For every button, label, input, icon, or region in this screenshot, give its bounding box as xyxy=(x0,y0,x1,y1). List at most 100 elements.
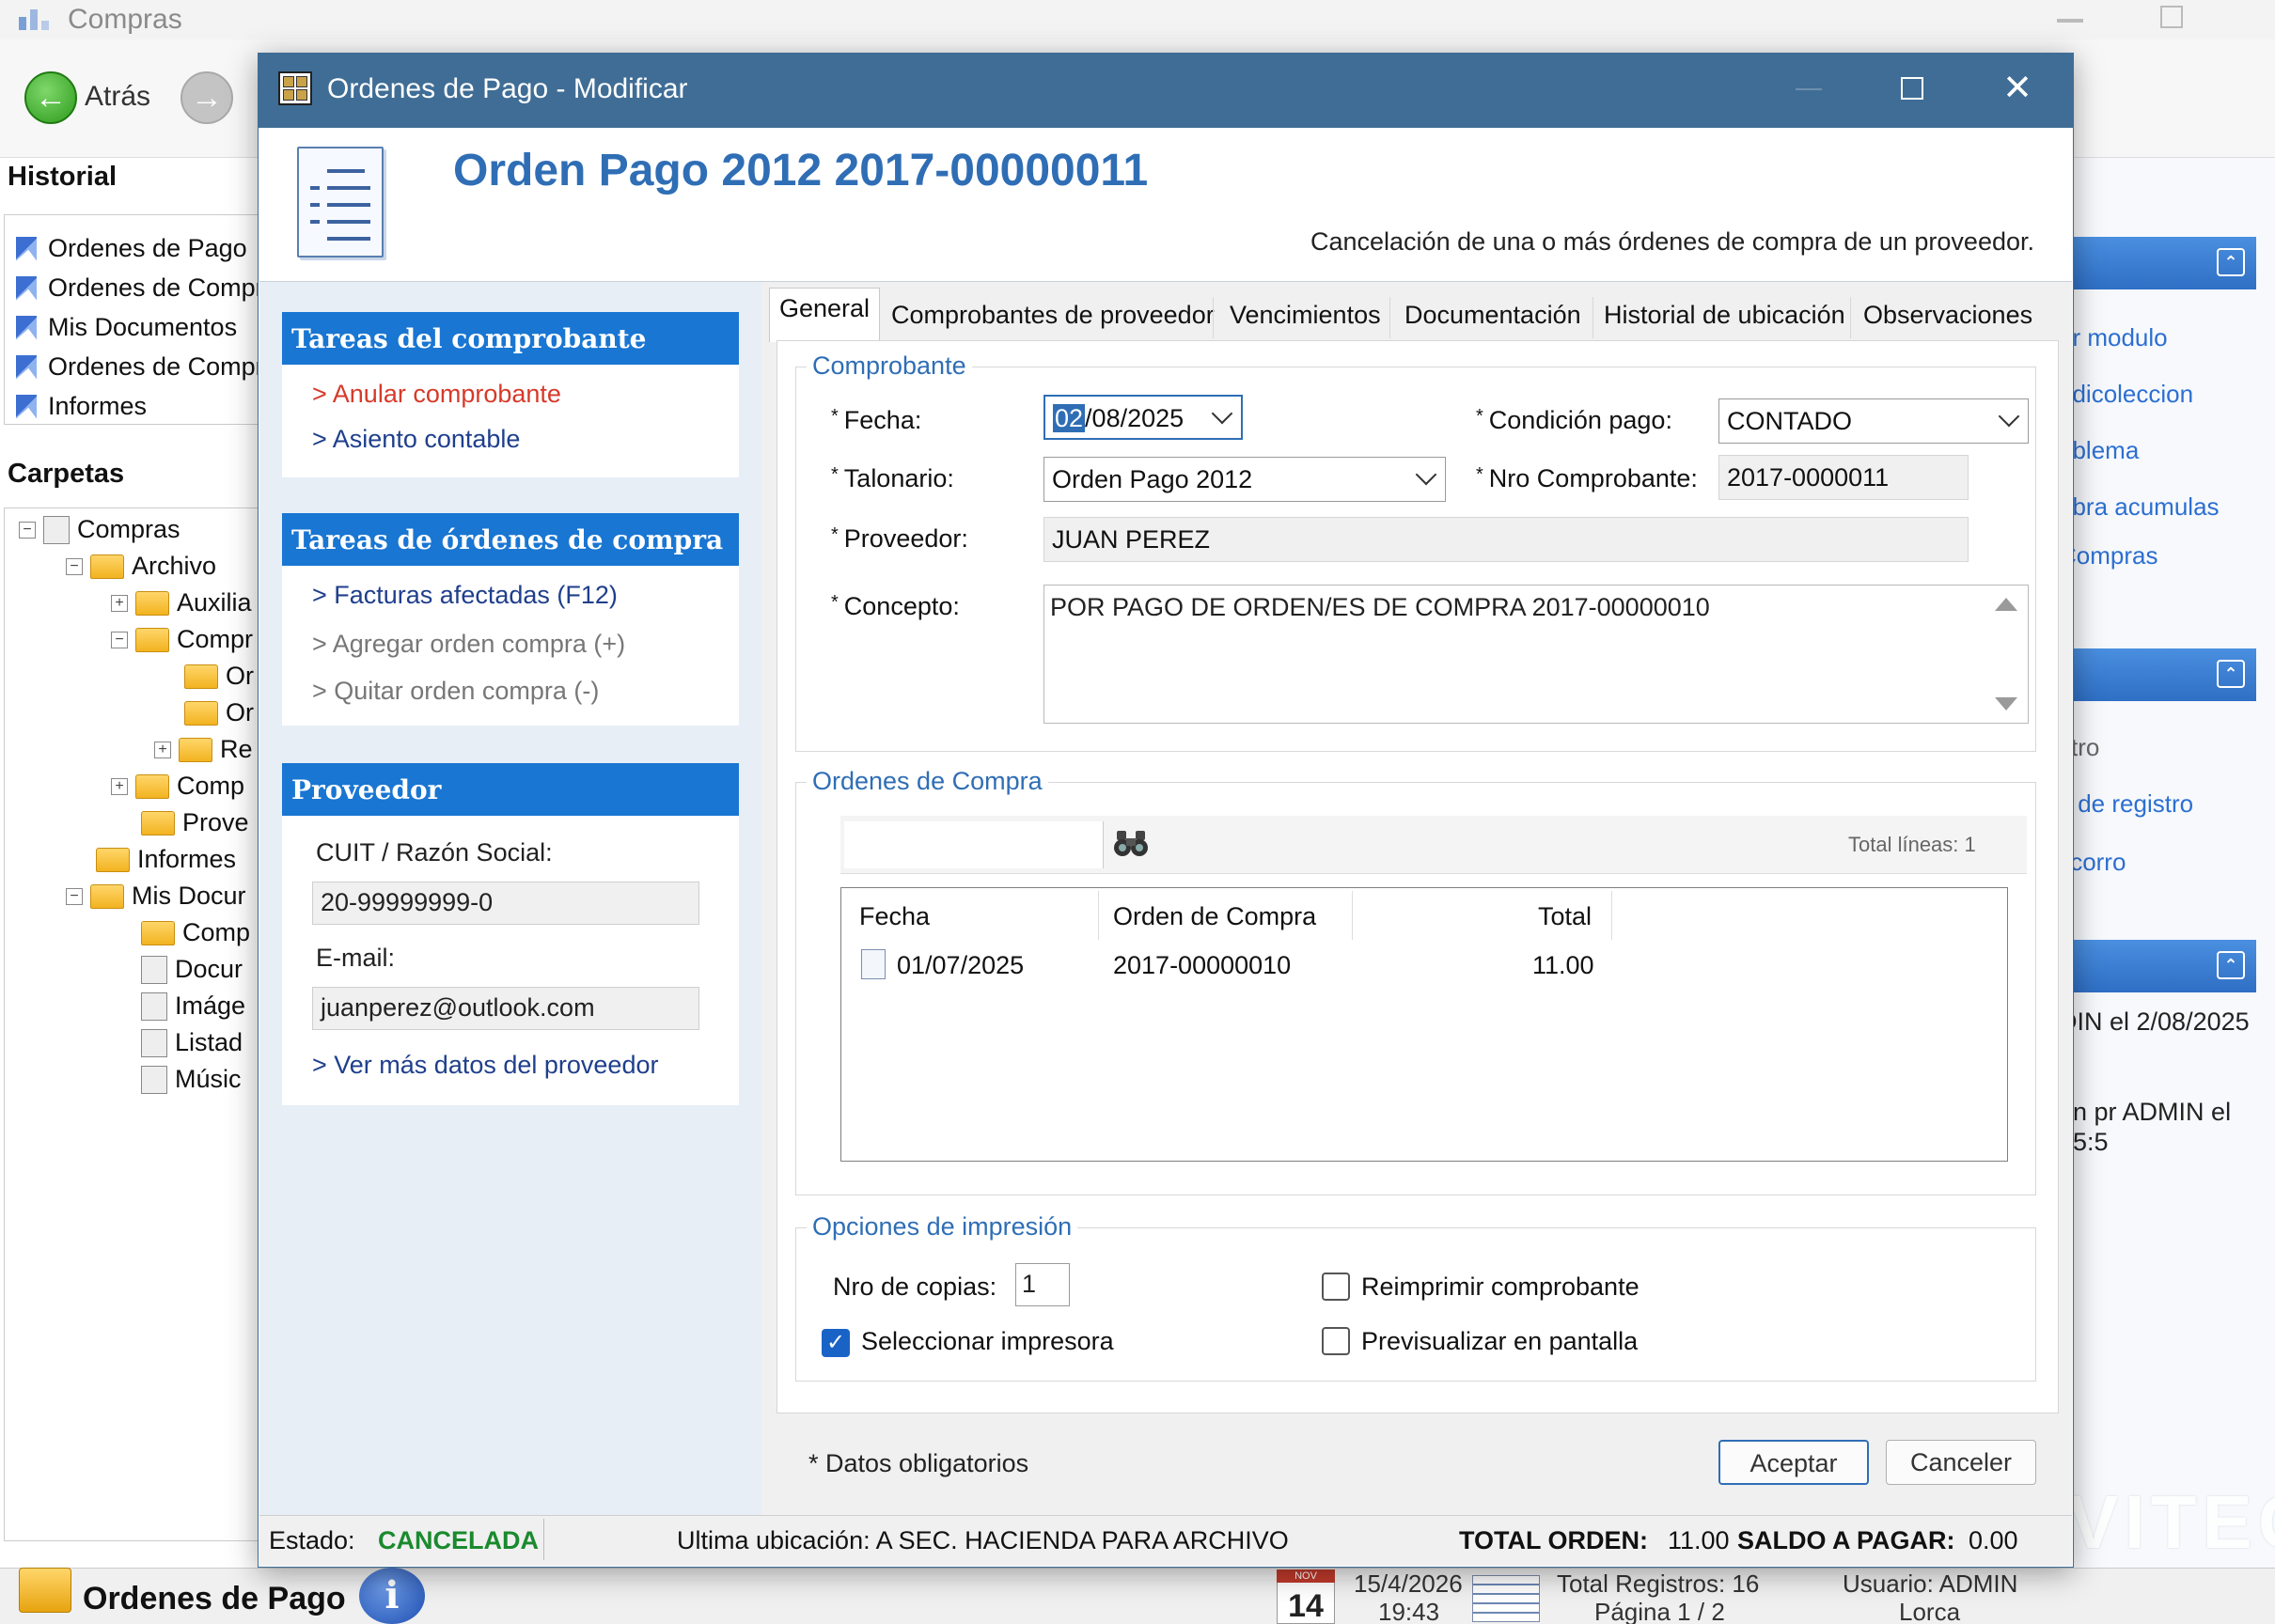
historial-item[interactable]: Informes xyxy=(16,392,147,421)
tree-item[interactable]: + Re xyxy=(154,735,253,764)
tab-documentacion[interactable]: Documentación xyxy=(1395,295,1591,340)
status-date: 15/4/2026 xyxy=(1354,1569,1463,1598)
fecha-label: * Fecha: xyxy=(831,406,922,434)
historial-item[interactable]: Ordenes de Pago xyxy=(16,234,247,263)
concepto-textarea[interactable]: POR PAGO DE ORDEN/ES DE COMPRA 2017-0000… xyxy=(1043,585,2029,724)
copias-input[interactable]: 1 xyxy=(1015,1263,1070,1306)
app-maximize-button[interactable] xyxy=(2160,6,2183,28)
forward-button[interactable]: → xyxy=(180,71,233,124)
shortcut-arrow-icon xyxy=(16,315,37,340)
estado-label: Estado: xyxy=(269,1526,355,1554)
tree-item[interactable]: Músic xyxy=(141,1065,242,1094)
back-button[interactable]: ← xyxy=(24,71,77,124)
tree-item[interactable]: − Mis Docur xyxy=(66,882,246,911)
facturas-afectadas-link[interactable]: > Facturas afectadas (F12) xyxy=(312,581,618,610)
tree-item-label: Mis Docur xyxy=(132,882,246,910)
tree-item[interactable]: Prove xyxy=(141,808,249,837)
tab-historial-ubicacion[interactable]: Historial de ubicación xyxy=(1594,295,1855,340)
table-row-orden[interactable]: 2017-00000010 xyxy=(1113,951,1291,980)
right-panel-link[interactable]: s de registro xyxy=(2059,789,2193,819)
tree-item[interactable]: Or xyxy=(184,662,254,691)
ver-mas-proveedor-link[interactable]: > Ver más datos del proveedor xyxy=(312,1051,658,1080)
tree-item-label: Comp xyxy=(177,772,245,800)
arrow-right-icon: → xyxy=(191,79,223,116)
previsualizar-label[interactable]: Previsualizar en pantalla xyxy=(1361,1327,1638,1356)
collapse-icon[interactable]: − xyxy=(19,521,36,539)
expand-icon[interactable]: + xyxy=(111,594,128,612)
column-header-total[interactable]: Total xyxy=(1538,902,1592,931)
email-label: E-mail: xyxy=(316,944,396,972)
reimprimir-label[interactable]: Reimprimir comprobante xyxy=(1361,1273,1640,1302)
binoculars-icon[interactable] xyxy=(1113,827,1149,859)
aceptar-button[interactable]: Aceptar xyxy=(1718,1440,1869,1485)
reimprimir-checkbox[interactable] xyxy=(1322,1273,1350,1301)
tree-item[interactable]: − Compr xyxy=(111,625,253,654)
grid-icon xyxy=(1472,1575,1540,1622)
ordenes-search-input[interactable] xyxy=(844,821,1104,868)
scroll-down-icon[interactable] xyxy=(1995,697,2017,710)
tree-item[interactable]: − Archivo xyxy=(66,552,216,581)
tree-item[interactable]: Or xyxy=(184,698,254,727)
page-title: Orden Pago 2012 2017-00000011 xyxy=(453,146,1149,195)
collapse-icon[interactable]: − xyxy=(66,887,83,905)
tree-item[interactable]: − Compras xyxy=(19,515,180,544)
seleccionar-impresora-checkbox[interactable]: ✓ xyxy=(822,1329,850,1357)
historial-list: Ordenes de Pago Ordenes de Compra Mis Do… xyxy=(4,214,278,425)
column-header-fecha[interactable]: Fecha xyxy=(859,902,930,931)
tree-item[interactable]: Comp xyxy=(141,918,250,947)
fecha-picker[interactable]: 02/08/2025 xyxy=(1043,395,1243,440)
historial-heading: Historial xyxy=(8,162,118,192)
talonario-select[interactable]: Orden Pago 2012 xyxy=(1043,457,1446,502)
collapse-icon[interactable]: ⌃ xyxy=(2217,951,2245,979)
collapse-icon[interactable]: ⌃ xyxy=(2217,660,2245,688)
dialog-title: Ordenes de Pago - Modificar xyxy=(327,73,688,104)
status-usuario-secondary: Lorca xyxy=(1899,1598,1961,1624)
tab-vencimientos[interactable]: Vencimientos xyxy=(1220,295,1390,340)
tab-observaciones[interactable]: Observaciones xyxy=(1854,295,2042,340)
collapse-icon[interactable]: − xyxy=(66,557,83,575)
tree-item-label: Archivo xyxy=(132,552,217,580)
asiento-contable-link[interactable]: > Asiento contable xyxy=(312,425,520,454)
cancelar-button[interactable]: Canceler xyxy=(1886,1440,2036,1485)
vitec-watermark: VITEC xyxy=(2068,1480,2275,1564)
tab-comprobantes-proveedor[interactable]: Comprobantes de proveedor xyxy=(882,295,1224,340)
anular-comprobante-link[interactable]: > Anular comprobante xyxy=(312,380,561,409)
chevron-down-icon xyxy=(1998,405,2020,428)
copias-label: Nro de copias: xyxy=(833,1273,997,1301)
dialog-close-button[interactable]: ✕ xyxy=(1999,70,2036,107)
condicion-pago-select[interactable]: CONTADO xyxy=(1718,398,2029,444)
dialog-maximize-button[interactable] xyxy=(1901,77,1923,100)
table-row-fecha[interactable]: 01/07/2025 xyxy=(897,951,1024,980)
tree-item[interactable]: + Auxilia xyxy=(111,588,252,617)
tree-item[interactable]: + Comp xyxy=(111,772,244,801)
expand-icon[interactable]: + xyxy=(154,741,171,758)
historial-item[interactable]: Mis Documentos xyxy=(16,313,237,342)
right-panel-link[interactable]: odicoleccion xyxy=(2059,380,2193,409)
tree-item[interactable]: Imáge xyxy=(141,992,245,1021)
folder-icon xyxy=(135,773,169,799)
app-minimize-button[interactable] xyxy=(2057,19,2083,23)
tab-general[interactable]: General xyxy=(769,288,881,342)
collapse-icon[interactable]: − xyxy=(111,631,128,648)
previsualizar-checkbox[interactable] xyxy=(1322,1327,1350,1355)
collapse-icon[interactable]: ⌃ xyxy=(2217,248,2245,276)
tree-item[interactable]: Informes xyxy=(96,845,236,874)
tree-item[interactable]: Listad xyxy=(141,1028,243,1057)
calculator-icon xyxy=(278,71,312,105)
agregar-orden-link[interactable]: > Agregar orden compra (+) xyxy=(312,630,625,659)
historial-item[interactable]: Ordenes de Compra xyxy=(16,352,278,382)
quitar-orden-link[interactable]: > Quitar orden compra (-) xyxy=(312,677,599,706)
expand-icon[interactable]: + xyxy=(111,777,128,795)
info-icon[interactable]: i xyxy=(359,1568,425,1624)
tree-item[interactable]: Docur xyxy=(141,955,243,984)
tareas-comprobante-panel: Tareas del comprobante > Anular comproba… xyxy=(282,312,739,477)
right-panel-link[interactable]: obra acumulas xyxy=(2059,492,2220,522)
right-panel-link[interactable]: ar modulo xyxy=(2059,323,2168,352)
historial-item[interactable]: Ordenes de Compra xyxy=(16,273,278,303)
seleccionar-impresora-label[interactable]: Seleccionar impresora xyxy=(861,1327,1114,1356)
back-label[interactable]: Atrás xyxy=(85,81,150,113)
shortcut-arrow-icon xyxy=(16,394,37,419)
scroll-up-icon[interactable] xyxy=(1995,598,2017,611)
column-header-orden[interactable]: Orden de Compra xyxy=(1113,902,1316,931)
table-row-total[interactable]: 11.00 xyxy=(1532,951,1594,980)
